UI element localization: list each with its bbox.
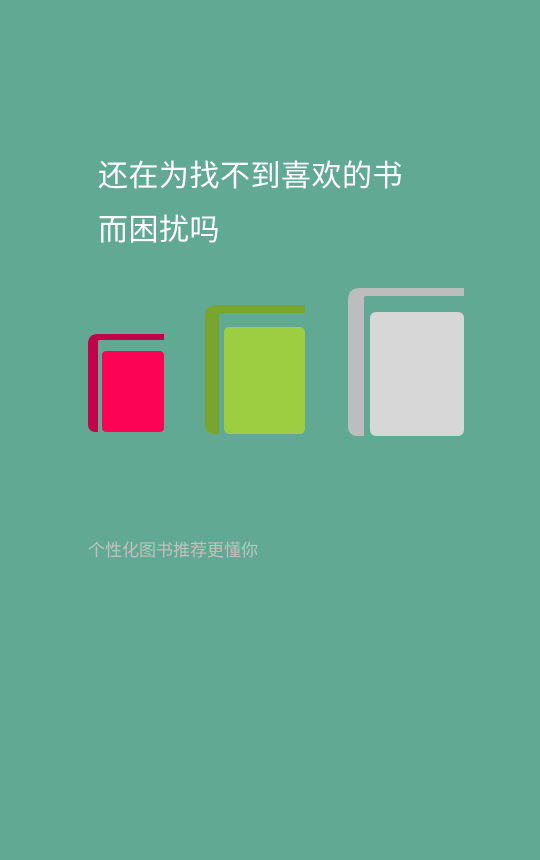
large-book-icon xyxy=(348,288,464,436)
splash-screen: 还在为找不到喜欢的书 而困扰吗 个性化图书推荐更懂你 xyxy=(0,0,540,860)
medium-book-icon xyxy=(205,305,305,434)
tagline: 个性化图书推荐更懂你 xyxy=(88,541,258,561)
medium-book-cover xyxy=(224,327,305,434)
headline-line-1: 还在为找不到喜欢的书 xyxy=(98,159,403,194)
large-book-cover xyxy=(370,312,464,436)
headline: 还在为找不到喜欢的书 而困扰吗 xyxy=(98,150,438,258)
headline-line-2: 而困扰吗 xyxy=(98,213,220,248)
small-book-icon xyxy=(88,334,164,432)
small-book-cover xyxy=(102,351,164,432)
